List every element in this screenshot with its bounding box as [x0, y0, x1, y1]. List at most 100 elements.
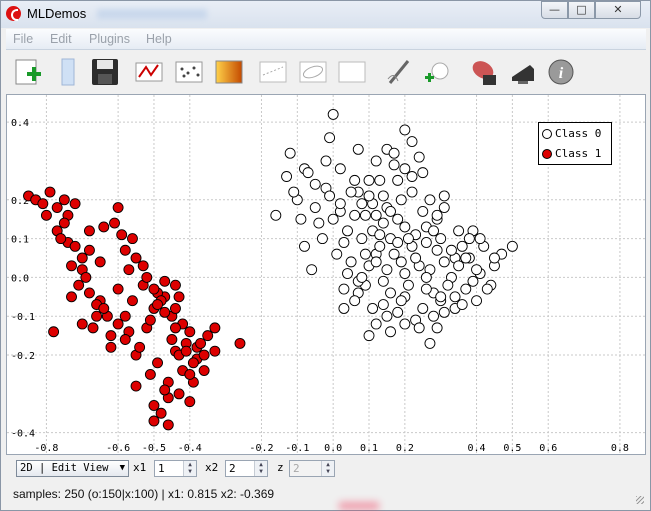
view-mode-select[interactable]: 2D | Edit View ▼: [16, 460, 129, 477]
resize-grip-icon[interactable]: [636, 496, 644, 504]
class-0-point: [367, 303, 379, 314]
class-0-point: [299, 240, 310, 252]
class-1-point: [137, 260, 149, 272]
class-1-point: [159, 384, 171, 396]
class-1-point: [69, 198, 81, 210]
class-0-point: [309, 178, 321, 190]
menu-edit[interactable]: Edit: [50, 32, 72, 46]
class-1-point: [184, 326, 196, 338]
class-0-point: [370, 318, 382, 330]
class-0-point: [417, 167, 429, 179]
class-0-point: [349, 209, 361, 221]
draw-icon[interactable]: [134, 57, 164, 87]
save-icon[interactable]: [90, 57, 120, 87]
x2-value: 2: [229, 462, 236, 475]
heatmap-icon[interactable]: [214, 57, 244, 87]
class-1-point: [112, 318, 124, 330]
class-0-point: [345, 186, 357, 198]
maximize-button[interactable]: □: [568, 1, 595, 19]
class-1-point: [40, 209, 52, 221]
class-1-point: [119, 310, 131, 322]
class-0-point: [417, 303, 429, 314]
samples-icon[interactable]: [174, 57, 204, 87]
menu-plugins[interactable]: Plugins: [89, 32, 130, 46]
spin-arrows-icon[interactable]: ▲ ▼: [183, 461, 196, 476]
class-0-point: [453, 225, 465, 237]
class-1-point: [109, 217, 120, 229]
class-0-point: [392, 306, 404, 318]
x1-spinbox[interactable]: 1 ▲ ▼: [154, 460, 197, 477]
class-0-point: [338, 237, 350, 248]
x-tick-label: 0.2: [396, 443, 414, 454]
z-label: z: [277, 461, 284, 474]
class-0-point: [463, 233, 475, 245]
class-0-point: [395, 256, 407, 268]
class-0-point: [327, 213, 339, 225]
class-1-point: [112, 202, 124, 214]
plot-canvas[interactable]: -0.8 -0.6 -0.5 -0.4 -0.2 -0.1 0.0 0.1 0.2 0.4 0.5 0…: [6, 94, 646, 455]
class-0-point: [445, 244, 457, 256]
class-1-point: [105, 341, 117, 353]
info-icon[interactable]: i: [546, 57, 576, 87]
y-tick-label: 0.0: [11, 273, 29, 284]
y-tick-label: 0.1: [11, 235, 29, 246]
class-0-point: [460, 283, 472, 295]
class-0-point: [342, 225, 353, 237]
display-icon[interactable]: [508, 57, 538, 87]
add-data-icon[interactable]: [13, 57, 43, 87]
class-0-point: [370, 155, 382, 167]
class-1-point: [198, 365, 210, 377]
pen-icon[interactable]: [384, 57, 414, 87]
class-0-point: [349, 174, 361, 186]
menu-bar: File Edit Plugins Help: [6, 29, 646, 50]
add-sample-icon[interactable]: [422, 57, 452, 87]
class-1-point: [83, 225, 95, 237]
class-0-point: [345, 256, 357, 268]
class-0-point: [474, 233, 486, 245]
display-controls: 2D | Edit View ▼ x1 1 ▲ ▼ x2 2 ▲ ▼ z 2 ▲ ▼: [6, 456, 646, 481]
screenshot-icon[interactable]: [469, 57, 499, 87]
blank-icon[interactable]: [337, 57, 367, 87]
menu-help[interactable]: Help: [146, 32, 172, 46]
x-tick-label: 0.5: [503, 443, 521, 454]
class-1-point: [91, 310, 103, 322]
class-0-point: [395, 194, 407, 206]
y-tick-label: -0.1: [11, 312, 35, 323]
class-0-point: [456, 240, 468, 252]
classifier-icon[interactable]: [258, 57, 288, 87]
class-0-point: [356, 271, 368, 283]
class-0-point: [320, 155, 332, 167]
class-0-point: [406, 136, 418, 148]
class-0-point: [399, 221, 411, 233]
class-0-point: [467, 275, 479, 287]
class-1-point: [198, 349, 210, 361]
class-0-point: [388, 147, 400, 159]
close-button[interactable]: ✕: [595, 1, 641, 19]
class-1-point: [105, 330, 117, 342]
class-1-point: [83, 287, 95, 299]
class-1-point: [148, 283, 160, 295]
window-title: MLDemos: [27, 6, 87, 21]
x-tick-label: 0.0: [324, 443, 342, 454]
x1-label: x1: [133, 461, 147, 474]
ellipse-icon[interactable]: [298, 57, 328, 87]
class-1-point: [159, 275, 171, 287]
spin-arrows-icon[interactable]: ▲ ▼: [254, 461, 267, 476]
class-0-point: [438, 190, 450, 202]
menu-file[interactable]: File: [13, 32, 33, 46]
class-1-point: [76, 318, 88, 330]
minimize-button[interactable]: —: [541, 1, 568, 19]
class-1-point: [76, 252, 88, 264]
class-0-point: [399, 318, 411, 330]
class-1-point: [134, 341, 146, 353]
x2-spinbox[interactable]: 2 ▲ ▼: [225, 460, 268, 477]
class-1-point: [195, 337, 207, 349]
class-0-point: [460, 252, 472, 264]
class-0-point: [356, 198, 368, 210]
legend: Class 0 Class 1: [538, 122, 612, 165]
clear-icon[interactable]: [53, 57, 83, 87]
class-0-marker-icon: [542, 129, 552, 139]
class-1-point: [155, 407, 167, 419]
class-0-point: [399, 124, 411, 136]
title-bar: MLDemos — □ ✕: [1, 1, 650, 28]
